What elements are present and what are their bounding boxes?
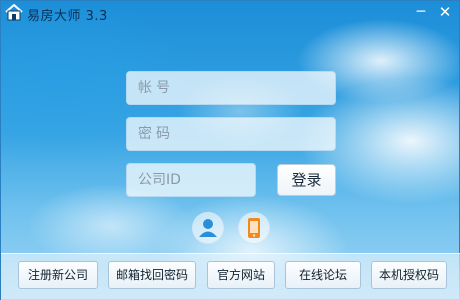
- online-forum-button[interactable]: 在线论坛: [285, 261, 361, 289]
- mobile-phone-icon-button[interactable]: [238, 212, 270, 244]
- mobile-phone-icon: [248, 218, 260, 238]
- close-button[interactable]: ✕: [435, 3, 455, 21]
- company-id-input[interactable]: 公司ID: [126, 163, 256, 197]
- login-button[interactable]: 登录: [277, 164, 336, 196]
- minimize-button[interactable]: ─: [411, 3, 431, 21]
- house-icon: [5, 3, 23, 21]
- title-bar[interactable]: 易房大师 3.3 ─ ✕: [1, 1, 459, 25]
- register-company-button[interactable]: 注册新公司: [18, 261, 98, 289]
- password-input[interactable]: 密码: [126, 117, 336, 151]
- local-auth-code-button[interactable]: 本机授权码: [371, 261, 447, 289]
- window-title: 易房大师 3.3: [27, 9, 108, 24]
- person-icon-button[interactable]: [192, 212, 224, 244]
- account-input[interactable]: 帐号: [126, 71, 336, 105]
- login-window: 易房大师 3.3 ─ ✕ 帐号 密码 公司ID 登录 注册新公司 邮箱找回密码 …: [0, 0, 460, 300]
- email-recover-password-button[interactable]: 邮箱找回密码: [108, 261, 196, 289]
- person-icon: [199, 219, 217, 237]
- official-website-button[interactable]: 官方网站: [207, 261, 275, 289]
